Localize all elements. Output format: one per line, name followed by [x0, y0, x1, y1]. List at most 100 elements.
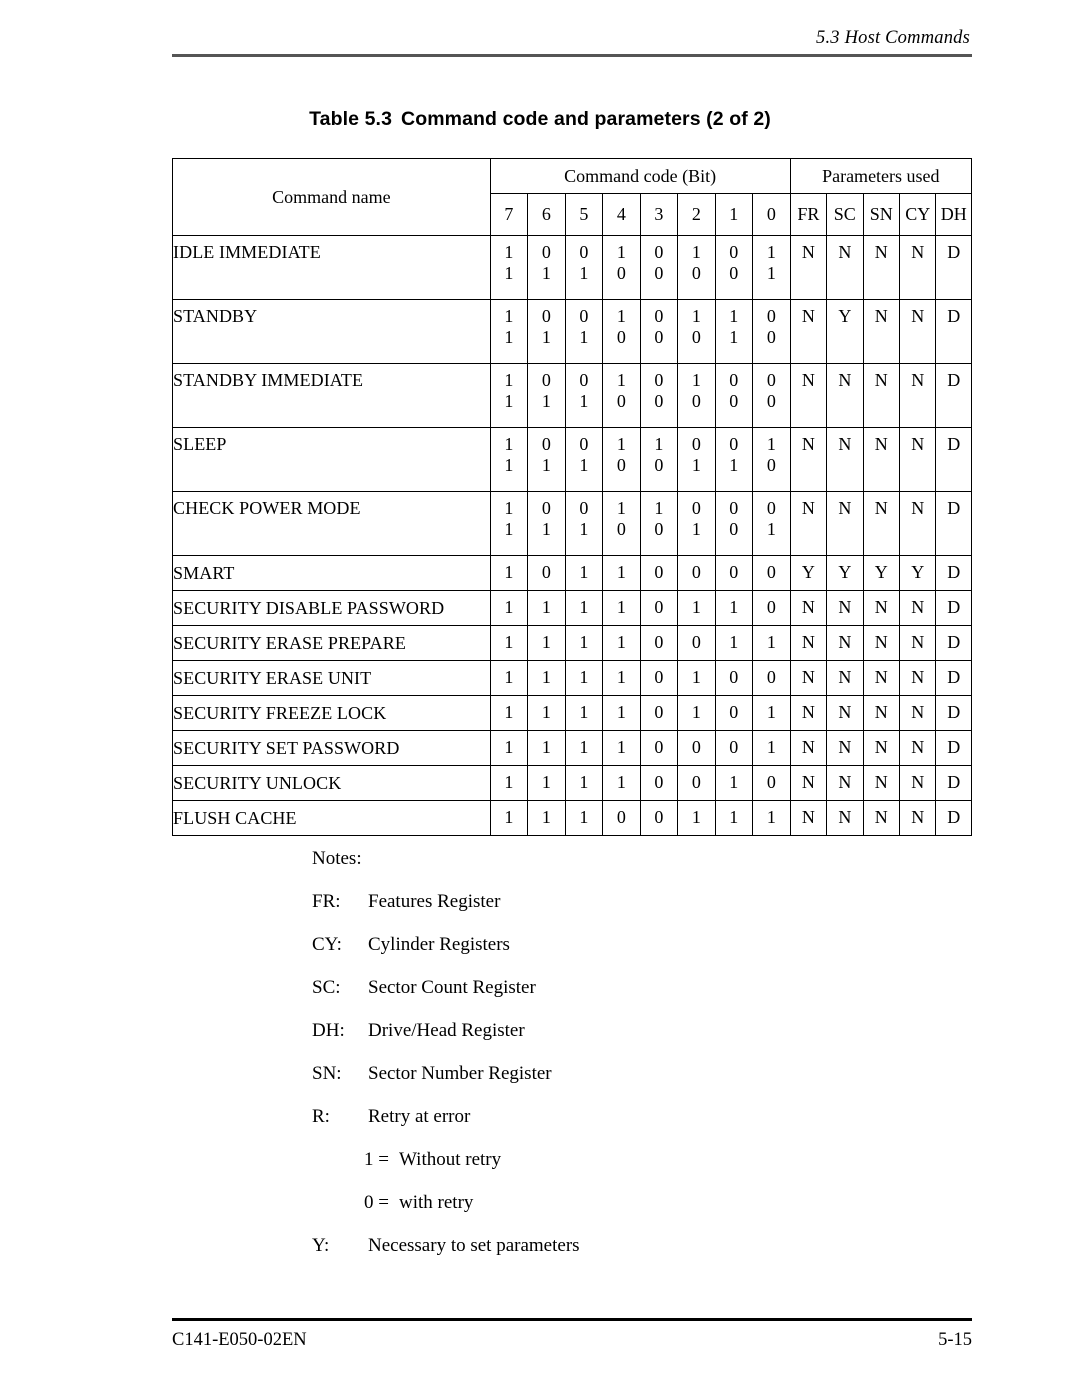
cell-bit-3: 00: [639, 299, 679, 364]
bit-value-line1: 0: [579, 434, 589, 454]
note-description: Retry at error: [368, 1106, 471, 1127]
cell-bit-6: 01: [527, 363, 566, 428]
bit-value-line1: 1: [654, 434, 664, 454]
cell-bit-0: 00: [752, 363, 791, 428]
bit-value-line2: 1: [729, 455, 739, 476]
bit-value-line1: 0: [691, 498, 701, 518]
note-abbreviation: CY:: [312, 934, 342, 955]
table-row: SECURITY UNLOCK 1 1 1 1 0 0 1 0 N N N N D: [172, 765, 972, 801]
cell-command-name: SMART: [172, 555, 491, 591]
cell-param-sc: Y: [826, 299, 864, 364]
cell-command-name: SECURITY FREEZE LOCK: [172, 695, 491, 731]
cell-bit-3: 10: [639, 427, 679, 492]
note-entry: 0 = with retry: [312, 1192, 912, 1214]
bit-value-line1: 1: [616, 370, 626, 390]
bit-value-line1: 0: [579, 306, 589, 326]
cell-param-cy: N: [898, 660, 937, 696]
cell-param-fr: N: [789, 427, 828, 492]
cell-bit-7: 1: [489, 730, 529, 766]
cell-param-dh: D: [935, 555, 972, 591]
bit-value-line1: 1: [691, 702, 701, 723]
bit-value-line2: 1: [541, 327, 551, 348]
header-param-dh: DH: [935, 193, 972, 236]
bit-value-line1: 1: [616, 306, 626, 326]
cell-bit-6: 01: [527, 235, 566, 300]
bit-value-line1: 1: [579, 562, 589, 583]
bit-value-line2: 1: [766, 519, 776, 540]
command-code-table: Command name Command code (Bit) Paramete…: [172, 157, 973, 836]
cell-bit-3: 0: [639, 590, 679, 626]
table-caption: Table 5.3 Command code and parameters (2 …: [0, 108, 1080, 131]
cell-param-cy: N: [898, 695, 937, 731]
cell-bit-1: 0: [714, 730, 754, 766]
cell-command-name: SECURITY ERASE PREPARE: [172, 625, 491, 661]
bit-value-line1: 1: [691, 306, 701, 326]
cell-bit-7: 1: [489, 625, 529, 661]
bit-value-line1: 1: [541, 702, 551, 723]
cell-bit-6: 1: [527, 800, 566, 836]
bit-value-line1: 0: [541, 434, 551, 454]
bit-value-line1: 0: [654, 306, 664, 326]
bit-value-line1: 1: [616, 434, 626, 454]
bit-value-line1: 0: [654, 737, 664, 758]
header-parameters-used-group: Parameters used: [789, 157, 973, 195]
bit-value-line1: 0: [729, 370, 739, 390]
cell-bit-7: 1: [489, 695, 529, 731]
bit-value-line2: 1: [504, 519, 514, 540]
note-abbreviation: FR:: [312, 891, 341, 912]
cell-bit-2: 01: [677, 491, 716, 556]
bit-value-line1: 0: [766, 772, 776, 793]
note-entry: Y: Necessary to set parameters: [312, 1235, 912, 1257]
cell-bit-7: 11: [489, 491, 529, 556]
cell-bit-7: 11: [489, 363, 529, 428]
cell-bit-5: 01: [564, 235, 604, 300]
bit-value-line1: 0: [579, 370, 589, 390]
cell-param-sn: N: [862, 299, 901, 364]
bit-value-line1: 1: [504, 737, 514, 758]
bit-value-line1: 1: [504, 632, 514, 653]
table-head: Command name Command code (Bit) Paramete…: [172, 157, 973, 236]
bit-value-line1: 1: [766, 807, 776, 828]
bit-value-line1: 0: [541, 306, 551, 326]
cell-bit-3: 00: [639, 235, 679, 300]
cell-bit-1: 1: [714, 800, 754, 836]
bit-value-line1: 0: [654, 807, 664, 828]
header-bit-5: 5: [564, 193, 604, 236]
cell-bit-3: 10: [639, 491, 679, 556]
table-body: IDLE IMMEDIATE 1 1 0 1 0 1 1 0 0 0 1 0 0 0 1 1 N N N N D STAND…: [172, 235, 972, 836]
footer-document-number: C141-E050-02EN: [172, 1329, 307, 1350]
cell-bit-5: 1: [564, 660, 604, 696]
bit-value-line2: 0: [766, 455, 776, 476]
note-abbreviation: SC:: [312, 977, 341, 998]
header-param-fr: FR: [789, 193, 828, 236]
cell-bit-6: 1: [527, 765, 566, 801]
cell-bit-3: 0: [639, 695, 679, 731]
bit-value-line2: 0: [766, 327, 776, 348]
bit-value-line2: 0: [654, 327, 664, 348]
bit-value-line1: 1: [504, 772, 514, 793]
cell-param-sc: N: [826, 730, 864, 766]
table-caption-text: Command code and parameters (2 of 2): [401, 108, 771, 130]
bit-value-line1: 1: [541, 807, 551, 828]
bit-value-line1: 0: [766, 306, 776, 326]
note-entry: 1 = Without retry: [312, 1149, 912, 1171]
bit-value-line1: 0: [654, 562, 664, 583]
bit-value-line2: 1: [541, 519, 551, 540]
cell-param-fr: N: [789, 491, 828, 556]
header-bit-2: 2: [677, 193, 716, 236]
note-description: Without retry: [399, 1149, 502, 1170]
cell-command-name: SECURITY DISABLE PASSWORD: [172, 590, 491, 626]
bit-value-line2: 0: [616, 327, 626, 348]
table-head-row-groups: Command name Command code (Bit) Paramete…: [172, 157, 973, 236]
bit-value-line1: 1: [766, 434, 776, 454]
footer-rule: [172, 1318, 972, 1321]
cell-bit-2: 0: [677, 555, 716, 591]
bit-value-line1: 0: [691, 632, 701, 653]
cell-param-cy: N: [898, 765, 937, 801]
cell-bit-5: 1: [564, 800, 604, 836]
cell-param-sn: N: [862, 695, 901, 731]
table-row: SECURITY FREEZE LOCK 1 1 1 1 0 1 0 1 N N N N D: [172, 695, 972, 731]
notes-block: Notes: FR: Features Register CY: Cylinder R…: [312, 848, 912, 1278]
cell-bit-4: 1: [602, 625, 641, 661]
cell-bit-3: 0: [639, 555, 679, 591]
